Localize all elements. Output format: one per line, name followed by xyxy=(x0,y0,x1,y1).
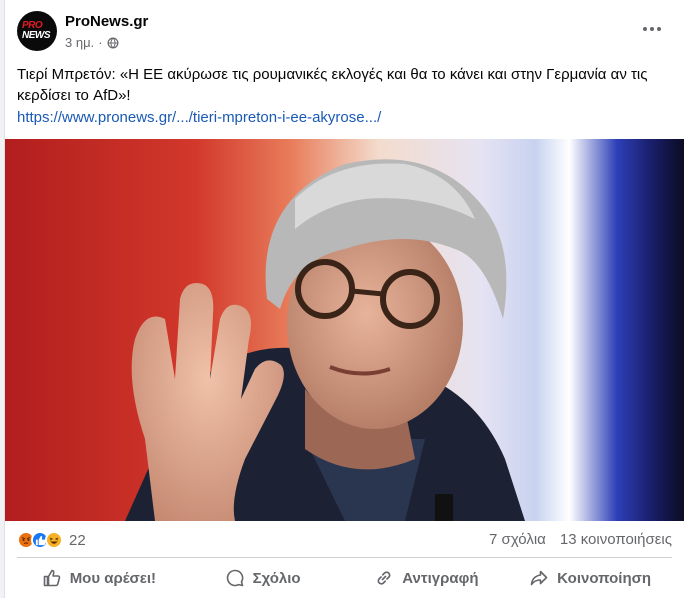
post-header: PRO NEWS ProNews.gr 3 ημ. · xyxy=(5,0,684,58)
like-label: Μου αρέσει! xyxy=(69,569,157,587)
page-name[interactable]: ProNews.gr xyxy=(65,13,148,30)
meta-separator: · xyxy=(98,35,103,50)
post-time[interactable]: 3 ημ. xyxy=(65,35,94,50)
photo-illustration xyxy=(5,139,684,521)
engagement-stats: 7 σχόλια 13 κοινοποιήσεις xyxy=(489,531,672,548)
dot xyxy=(657,27,661,31)
reaction-count: 22 xyxy=(69,531,86,549)
globe-icon xyxy=(107,37,119,48)
dot xyxy=(643,27,647,31)
post-card: PRO NEWS ProNews.gr 3 ημ. · Τιερί Μπρετό… xyxy=(4,0,684,598)
more-options-icon[interactable] xyxy=(640,22,664,36)
comment-icon xyxy=(226,569,244,587)
reactions-summary[interactable]: 22 xyxy=(17,528,86,552)
post-photo[interactable] xyxy=(5,139,684,521)
page-avatar[interactable]: PRO NEWS xyxy=(17,11,57,51)
link-icon xyxy=(377,571,391,585)
copy-label: Αντιγραφή xyxy=(402,569,479,587)
copy-link-button[interactable]: Αντιγραφή xyxy=(345,560,509,596)
divider xyxy=(17,557,672,558)
thumbs-up-icon xyxy=(43,569,60,587)
comment-button[interactable]: Σχόλιο xyxy=(181,560,345,596)
comments-count[interactable]: 7 σχόλια xyxy=(489,531,546,548)
dot xyxy=(650,27,654,31)
action-bar: Μου αρέσει! Σχόλιο Αντιγραφή Κοινοποίηση xyxy=(17,560,672,596)
haha-icon xyxy=(45,531,63,549)
like-button[interactable]: Μου αρέσει! xyxy=(17,560,181,596)
post-link[interactable]: https://www.pronews.gr/.../tieri-mpreton… xyxy=(17,107,381,128)
share-button[interactable]: Κοινοποίηση xyxy=(508,560,672,596)
share-icon xyxy=(530,570,548,586)
post-text: Τιερί Μπρετόν: «Η ΕΕ ακύρωσε τις ρουμανι… xyxy=(17,66,648,104)
comment-label: Σχόλιο xyxy=(252,569,301,587)
shares-count[interactable]: 13 κοινοποιήσεις xyxy=(560,531,672,548)
share-label: Κοινοποίηση xyxy=(557,569,652,587)
avatar-logo-bottom: NEWS xyxy=(22,30,51,41)
post-meta: 3 ημ. · xyxy=(65,35,119,50)
